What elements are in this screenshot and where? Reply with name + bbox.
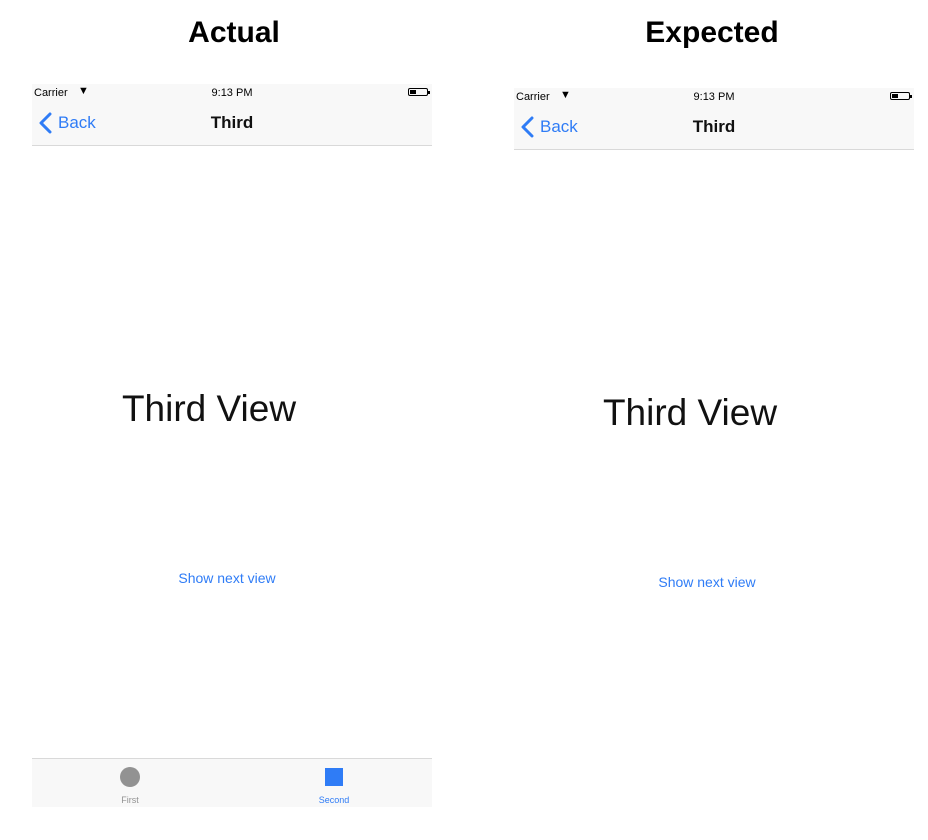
expected-screen: Carrier ▼ 9:13 PM Back Third Third View … [514, 88, 914, 688]
tab-second[interactable]: Second [264, 759, 404, 807]
actual-heading: Actual [188, 16, 280, 49]
main-label: Third View [602, 392, 778, 433]
show-next-view-button[interactable]: Show next view [514, 574, 900, 590]
nav-title: Third [210, 113, 254, 132]
tab-first-label: First [121, 795, 139, 805]
navigation-bar: Carrier ▼ 9:13 PM Back Third [514, 88, 914, 150]
battery-icon [408, 88, 430, 96]
navigation-bar: Carrier ▼ 9:13 PM Back Third [32, 84, 432, 146]
expected-heading: Expected [645, 16, 779, 49]
battery-icon [890, 92, 912, 100]
show-next-view-button[interactable]: Show next view [32, 570, 422, 586]
tab-bar: First Second [32, 758, 432, 807]
time-label: 9:13 PM [693, 91, 735, 103]
tab-second-label: Second [318, 795, 350, 805]
status-bar: Carrier ▼ 9:13 PM [32, 84, 432, 102]
time-label: 9:13 PM [211, 87, 253, 99]
circle-icon [120, 767, 140, 787]
nav-title: Third [692, 117, 736, 136]
status-bar: Carrier ▼ 9:13 PM [514, 88, 914, 106]
main-label: Third View [121, 388, 297, 429]
square-icon [325, 768, 343, 786]
actual-screen: Carrier ▼ 9:13 PM Back Third Third View … [32, 84, 432, 807]
tab-first[interactable]: First [60, 759, 200, 807]
